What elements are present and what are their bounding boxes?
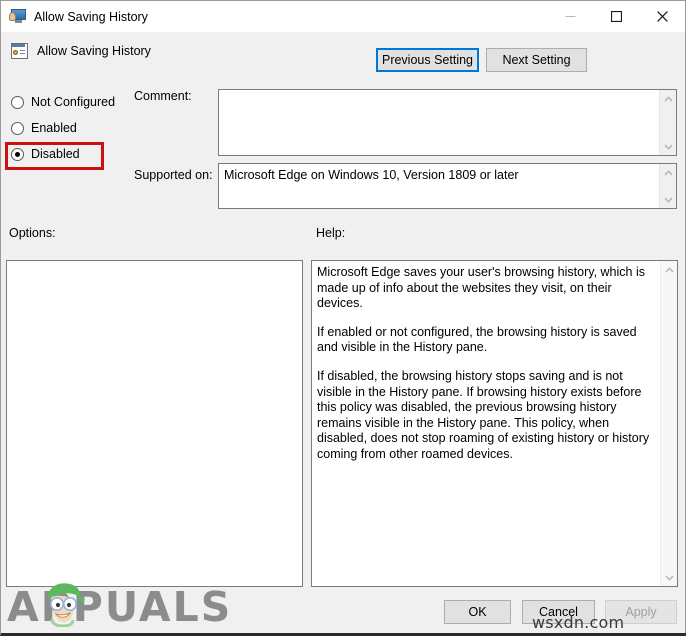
policy-setting-icon [11,42,28,59]
appuals-wordmark: APPUALS [7,583,233,631]
policy-state-radio-group: Not Configured Enabled Disabled [11,89,131,167]
setting-title: Allow Saving History [37,43,151,58]
chevron-down-icon[interactable] [660,138,677,155]
help-paragraph: If disabled, the browsing history stops … [317,368,650,461]
radio-disabled-label: Disabled [31,147,80,161]
radio-enabled-label: Enabled [31,121,77,135]
radio-disabled-mark [11,147,24,161]
radio-disabled[interactable]: Disabled [11,141,131,167]
chevron-down-icon[interactable] [660,191,677,208]
help-text: Microsoft Edge saves your user's browsin… [312,261,660,586]
help-panel: Microsoft Edge saves your user's browsin… [311,260,678,587]
policy-setting-dialog: Allow Saving History Allow Saving Histor… [0,0,686,636]
next-setting-button[interactable]: Next Setting [486,48,587,72]
minimize-button[interactable] [547,1,593,32]
comment-field[interactable] [218,89,677,156]
maximize-button[interactable] [593,1,639,32]
radio-not-configured-label: Not Configured [31,95,116,109]
radio-enabled[interactable]: Enabled [11,115,131,141]
chevron-up-icon[interactable] [661,261,678,278]
supported-on-text: Microsoft Edge on Windows 10, Version 18… [224,168,519,182]
supported-on-field: Microsoft Edge on Windows 10, Version 18… [218,163,677,209]
comment-label: Comment: [134,89,192,103]
help-scrollbar[interactable] [660,261,677,586]
previous-setting-button[interactable]: Previous Setting [376,48,479,72]
policy-monitor-icon [9,9,26,24]
close-button[interactable] [639,1,685,32]
options-panel[interactable] [6,260,303,587]
help-paragraph: If enabled or not configured, the browsi… [317,324,637,355]
chevron-down-icon[interactable] [661,569,678,586]
chevron-up-icon[interactable] [660,90,677,107]
comment-text[interactable] [219,90,659,155]
window-title: Allow Saving History [34,9,148,24]
apply-button: Apply [605,600,677,624]
ok-button[interactable]: OK [444,600,511,624]
appuals-watermark-logo: APPUALS [7,581,230,633]
radio-enabled-mark [11,121,24,135]
window-controls [547,1,685,32]
supported-on-label: Supported on: [134,168,213,182]
radio-not-configured-mark [11,95,24,109]
cancel-button[interactable]: Cancel [522,600,595,624]
radio-not-configured[interactable]: Not Configured [11,89,131,115]
title-bar: Allow Saving History [1,1,685,32]
chevron-up-icon[interactable] [660,164,677,181]
help-label: Help: [316,226,346,240]
supported-on-scrollbar[interactable] [659,164,676,208]
comment-scrollbar[interactable] [659,90,676,155]
help-paragraph: Microsoft Edge saves your user's browsin… [317,265,645,311]
options-label: Options: [9,226,56,240]
